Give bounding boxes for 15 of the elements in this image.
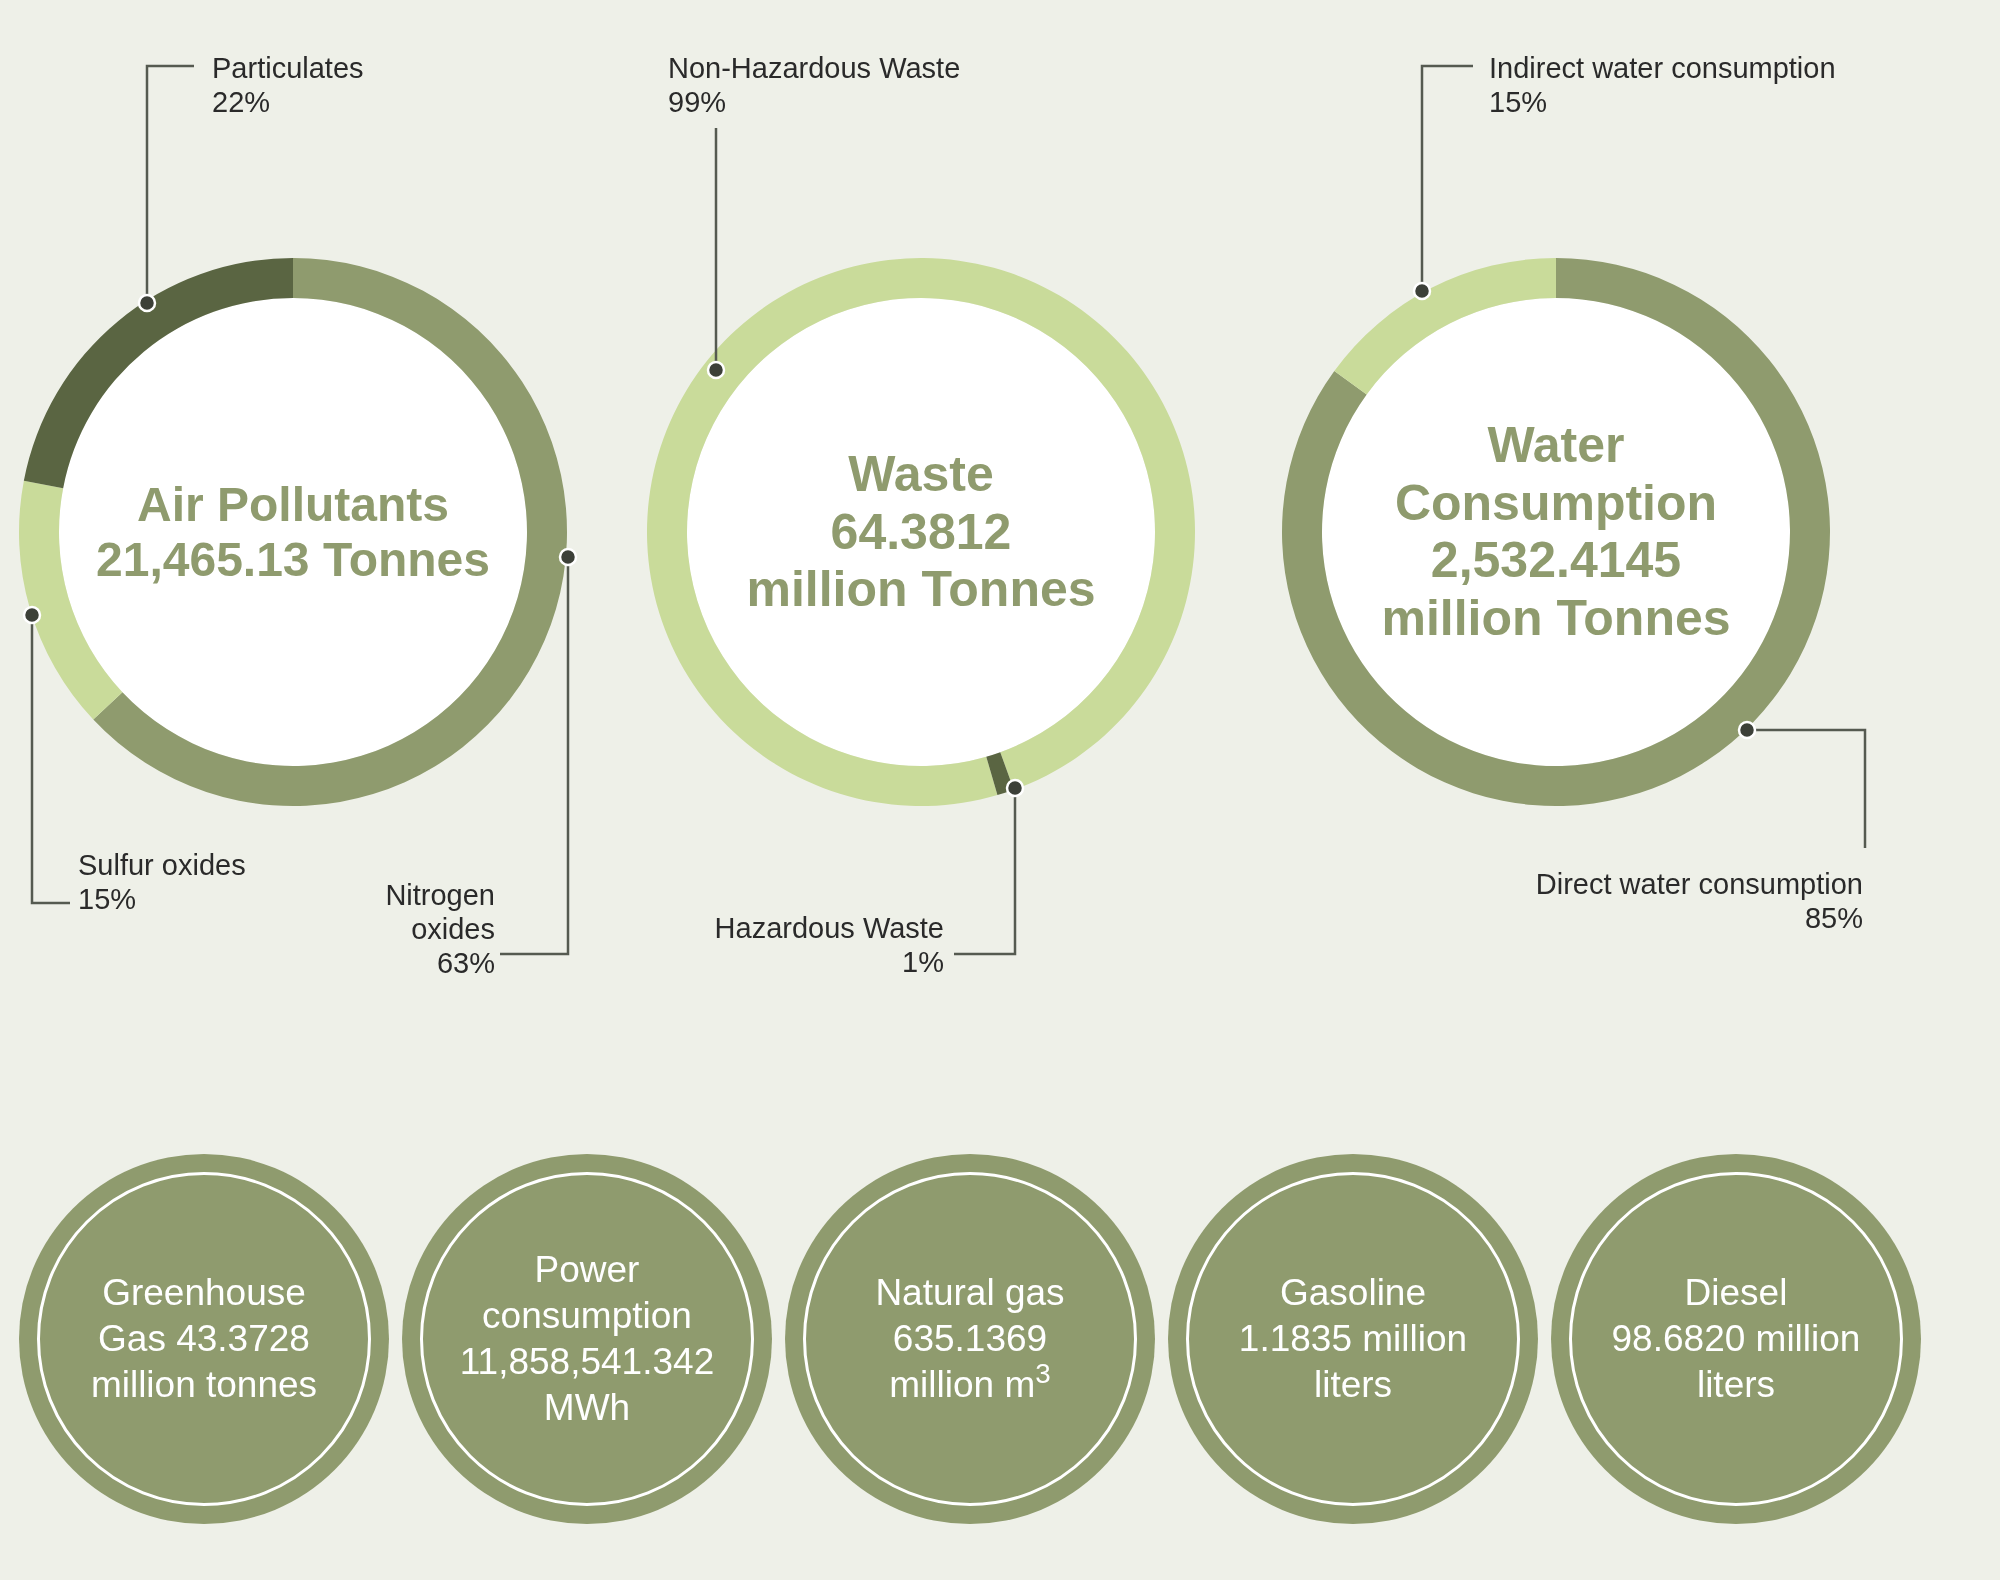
slice-label: Non-Hazardous Waste 99% bbox=[668, 51, 961, 119]
slice-label: Particulates 22% bbox=[212, 51, 364, 119]
stat-text: Greenhouse Gas 43.3728 million tonnes bbox=[90, 1271, 318, 1407]
slice-label: Direct water consumption 85% bbox=[1535, 867, 1863, 935]
stat-text: Power consumption 11,858,541.342 MWh bbox=[459, 1248, 715, 1430]
donut-title: Waste 64.3812 million Tonnes bbox=[746, 445, 1096, 619]
slice-label: Hazardous Waste 1% bbox=[714, 911, 944, 979]
stat-text: Gasoline 1.1835 million liters bbox=[1238, 1271, 1468, 1407]
slice-label: Indirect water consumption 15% bbox=[1489, 51, 1836, 119]
donut-title: Water Consumption 2,532.4145 million Tonnes bbox=[1381, 417, 1731, 647]
stat-text: Natural gas 635.1369 million m$^{3}$ bbox=[875, 1271, 1065, 1407]
slice-label: Nitrogen oxides 63% bbox=[384, 878, 495, 980]
stat-text: Diesel 98.6820 million liters bbox=[1611, 1271, 1861, 1407]
slice-label: Sulfur oxides 15% bbox=[78, 848, 246, 916]
donut-title: Air Pollutants 21,465.13 Tonnes bbox=[96, 476, 490, 588]
